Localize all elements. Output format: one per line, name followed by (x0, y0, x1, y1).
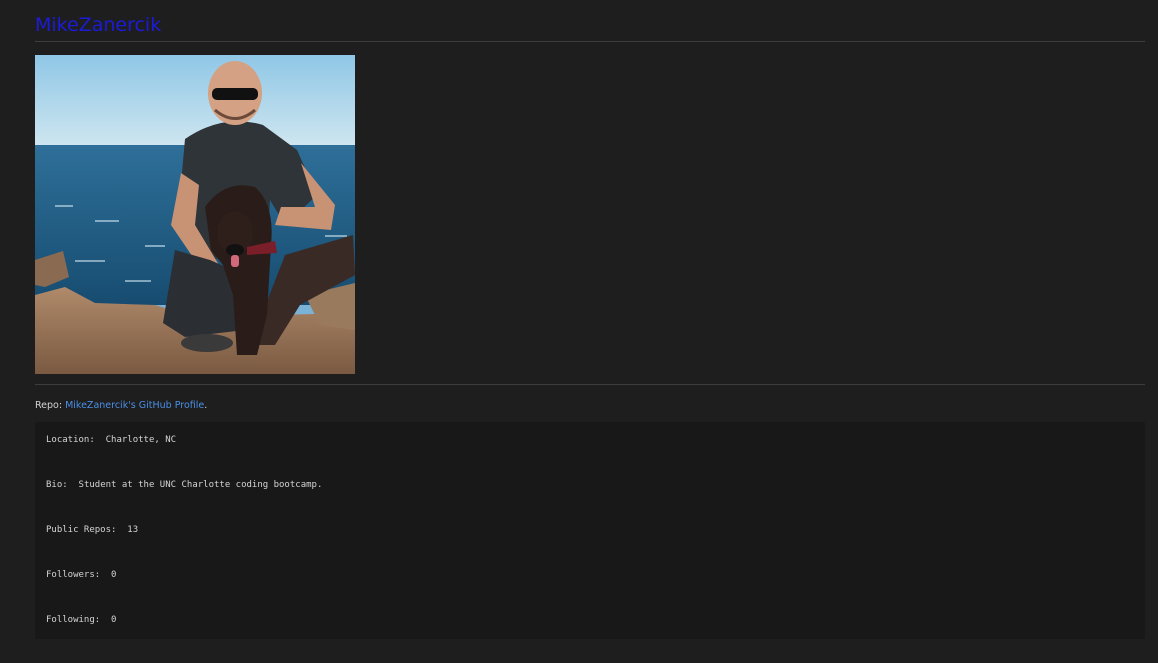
following-label: Following: (46, 615, 101, 625)
bio-value: Student at the UNC Charlotte coding boot… (78, 480, 323, 490)
photo-divider (35, 384, 1145, 385)
repo-label: Repo: (35, 400, 63, 411)
profile-photo (35, 55, 355, 374)
location-label: Location: (46, 435, 95, 445)
followers-value: 0 (111, 570, 117, 580)
location-row: Location: Charlotte, NC (46, 434, 176, 446)
title-divider (35, 41, 1145, 42)
public-repos-row: Public Repos: 13 (46, 524, 138, 536)
bio-label: Bio: (46, 480, 68, 490)
location-value: Charlotte, NC (105, 435, 177, 445)
following-value: 0 (111, 615, 117, 625)
bio-row: Bio: Student at the UNC Charlotte coding… (46, 479, 322, 491)
profile-name-link[interactable]: MikeZanercik (35, 13, 161, 37)
profile-page: MikeZanercik Repo: MikeZanercik's GitHub… (0, 0, 1158, 663)
github-profile-link[interactable]: MikeZanercik's GitHub Profile (65, 400, 204, 411)
public-repos-label: Public Repos: (46, 525, 117, 535)
following-row: Following: 0 (46, 614, 116, 626)
public-repos-value: 13 (127, 525, 139, 535)
followers-label: Followers: (46, 570, 101, 580)
repo-suffix: . (204, 400, 208, 411)
followers-row: Followers: 0 (46, 569, 116, 581)
repo-line: Repo: MikeZanercik's GitHub Profile. (35, 399, 207, 413)
profile-details-panel: Location: Charlotte, NC Bio: Student at … (35, 422, 1145, 639)
